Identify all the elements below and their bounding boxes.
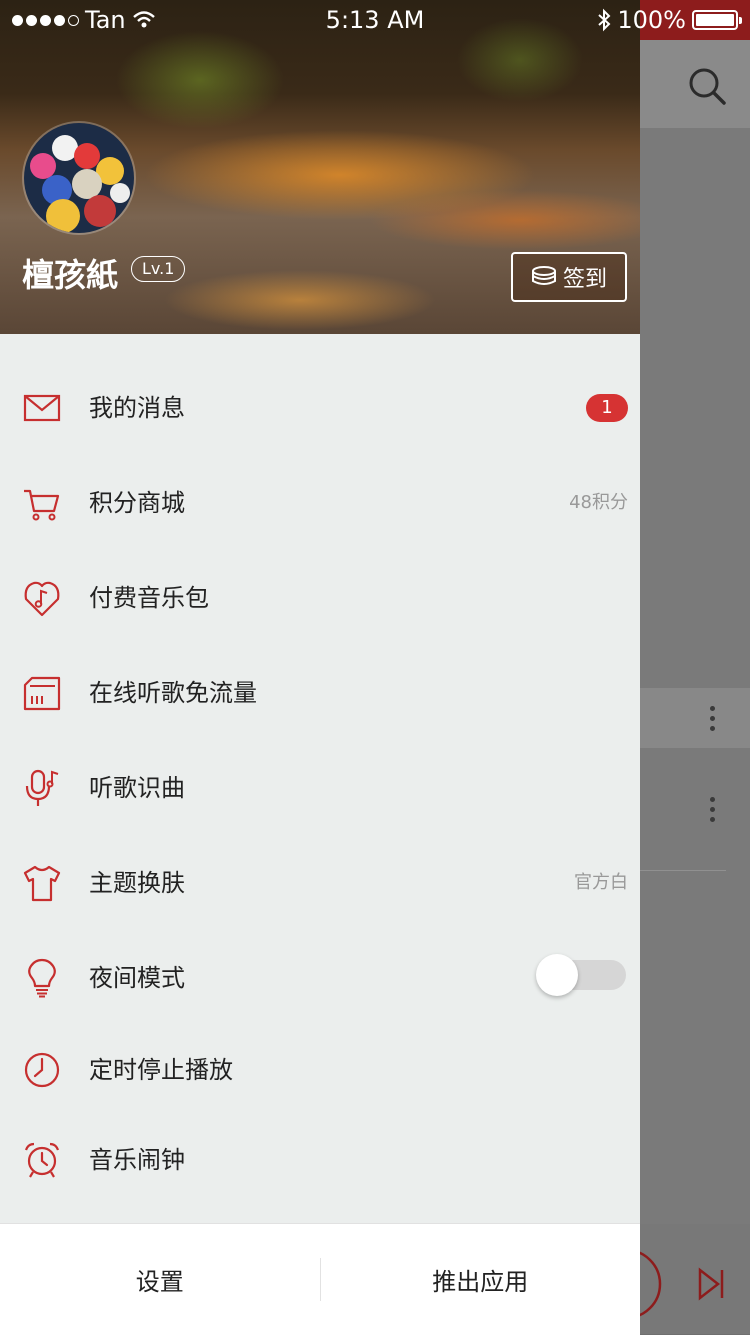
microphone-note-icon (25, 769, 59, 806)
tshirt-icon (23, 865, 61, 902)
menu-item-label: 音乐闹钟 (89, 1146, 185, 1174)
menu-item-messages[interactable]: 我的消息 1 (0, 368, 640, 448)
divider (640, 870, 726, 871)
menu-item-points-mall[interactable]: 积分商城 48积分 (0, 463, 640, 543)
next-track-icon (698, 1267, 721, 1301)
menu-item-theme[interactable]: 主题换肤 官方白 (0, 843, 640, 923)
drawer-footer: 设置 推出应用 (0, 1223, 640, 1335)
username: 檀孩紙 (22, 256, 119, 294)
menu-item-label: 积分商城 (89, 489, 185, 517)
menu-item-label: 定时停止播放 (89, 1056, 233, 1084)
settings-button[interactable]: 设置 (0, 1224, 320, 1335)
level-badge: Lv.1 (131, 256, 186, 282)
menu-item-paid-music[interactable]: 付费音乐包 (0, 558, 640, 638)
avatar[interactable] (24, 123, 134, 233)
coins-icon (531, 266, 556, 285)
more-options-icon[interactable] (706, 797, 718, 822)
menu-item-label: 我的消息 (89, 394, 185, 422)
side-drawer: 檀孩紙 Lv.1 签到 我的消息 1 积分商城 48积分 付费音乐包 在线听歌免… (0, 0, 640, 1335)
menu-item-label: 夜间模式 (89, 964, 185, 992)
current-theme: 官方白 (574, 872, 628, 893)
exit-app-button[interactable]: 推出应用 (321, 1224, 641, 1335)
checkin-label: 签到 (562, 267, 607, 292)
more-options-icon[interactable] (706, 706, 718, 731)
battery-percentage: 100% (617, 6, 686, 34)
menu-item-label: 听歌识曲 (89, 774, 185, 802)
night-mode-toggle[interactable] (536, 954, 626, 996)
status-bar: Tan 5:13 AM 100% (0, 0, 750, 40)
alarm-clock-icon (24, 1142, 60, 1178)
menu-item-label: 主题换肤 (89, 869, 185, 897)
menu-item-free-data[interactable]: 在线听歌免流量 (0, 653, 640, 733)
menu-item-song-recognition[interactable]: 听歌识曲 (0, 748, 640, 828)
clock-icon (24, 1052, 60, 1088)
mail-icon (23, 394, 61, 422)
bluetooth-icon (598, 8, 611, 32)
cart-icon (24, 489, 60, 521)
checkin-button[interactable]: 签到 (511, 252, 627, 302)
toggle-knob (536, 954, 578, 996)
battery-icon (692, 10, 742, 30)
notification-badge: 1 (586, 394, 628, 422)
lightbulb-icon (28, 958, 56, 998)
menu-item-night-mode[interactable]: 夜间模式 (0, 938, 640, 1018)
sim-card-icon (23, 676, 61, 711)
menu-item-music-alarm[interactable]: 音乐闹钟 (0, 1120, 640, 1200)
background-list-row (640, 688, 750, 748)
menu-item-sleep-timer[interactable]: 定时停止播放 (0, 1030, 640, 1110)
profile-header: 檀孩紙 Lv.1 签到 (0, 0, 640, 334)
points-value: 48积分 (569, 492, 628, 513)
menu-item-label: 付费音乐包 (89, 584, 209, 612)
music-shield-icon (24, 581, 60, 617)
search-icon[interactable] (687, 66, 727, 106)
menu-item-label: 在线听歌免流量 (89, 679, 257, 707)
